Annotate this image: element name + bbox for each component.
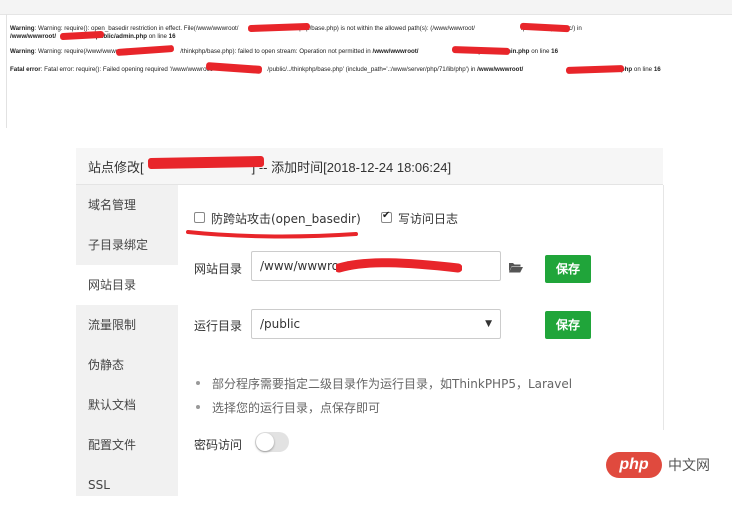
bullet-icon (196, 381, 200, 385)
anti-xss-label: 防跨站攻击(open_basedir) (211, 212, 361, 226)
password-access-toggle[interactable] (255, 432, 289, 452)
sidebar-item-ssl[interactable]: SSL (76, 465, 178, 505)
save-run-dir-button[interactable]: 保存 (545, 311, 591, 339)
sidebar-item-domain[interactable]: 域名管理 (76, 185, 178, 225)
save-site-dir-button[interactable]: 保存 (545, 255, 591, 283)
sidebar-item-default-doc[interactable]: 默认文档 (76, 385, 178, 425)
php-logo: php (606, 452, 662, 478)
sidebar-item-subdir-binding[interactable]: 子目录绑定 (76, 225, 178, 265)
sidebar-item-rewrite[interactable]: 伪静态 (76, 345, 178, 385)
anti-xss-checkbox[interactable] (194, 212, 205, 223)
sidebar-item-site-directory[interactable]: 网站目录 (76, 265, 178, 305)
password-access-label: 密码访问 (194, 438, 243, 452)
sidebar: 域名管理 子目录绑定 网站目录 流量限制 伪静态 默认文档 配置文件 SSL (76, 185, 178, 496)
access-log-label: 写访问日志 (398, 212, 459, 226)
sidebar-item-config-file[interactable]: 配置文件 (76, 425, 178, 465)
access-log-checkbox[interactable] (381, 210, 392, 223)
fatal-error-line: Fatal error: Fatal error: require(): Fai… (10, 66, 661, 73)
redaction-mark (336, 258, 462, 273)
run-dir-label: 运行目录 (194, 319, 243, 333)
page-title: 站点修改[] -- 添加时间[2018-12-24 18:06:24] (88, 160, 452, 175)
error-left-border (6, 14, 7, 128)
run-dir-select[interactable]: /public ▼ (251, 309, 501, 339)
watermark-text: 中文网 (668, 458, 710, 474)
underline-annotation (186, 230, 358, 239)
tip-text: 部分程序需要指定二级目录作为运行目录，如ThinkPHP5，Laravel (212, 377, 573, 391)
sidebar-item-traffic-limit[interactable]: 流量限制 (76, 305, 178, 345)
folder-open-icon[interactable] (508, 261, 524, 273)
site-dir-label: 网站目录 (194, 262, 243, 276)
chevron-down-icon: ▼ (485, 319, 492, 329)
bullet-icon (196, 405, 200, 409)
watermark: php 中文网 (606, 450, 730, 480)
error-header-bar (0, 0, 732, 15)
redaction-mark (147, 155, 265, 170)
tip-text: 选择您的运行目录，点保存即可 (212, 401, 381, 415)
